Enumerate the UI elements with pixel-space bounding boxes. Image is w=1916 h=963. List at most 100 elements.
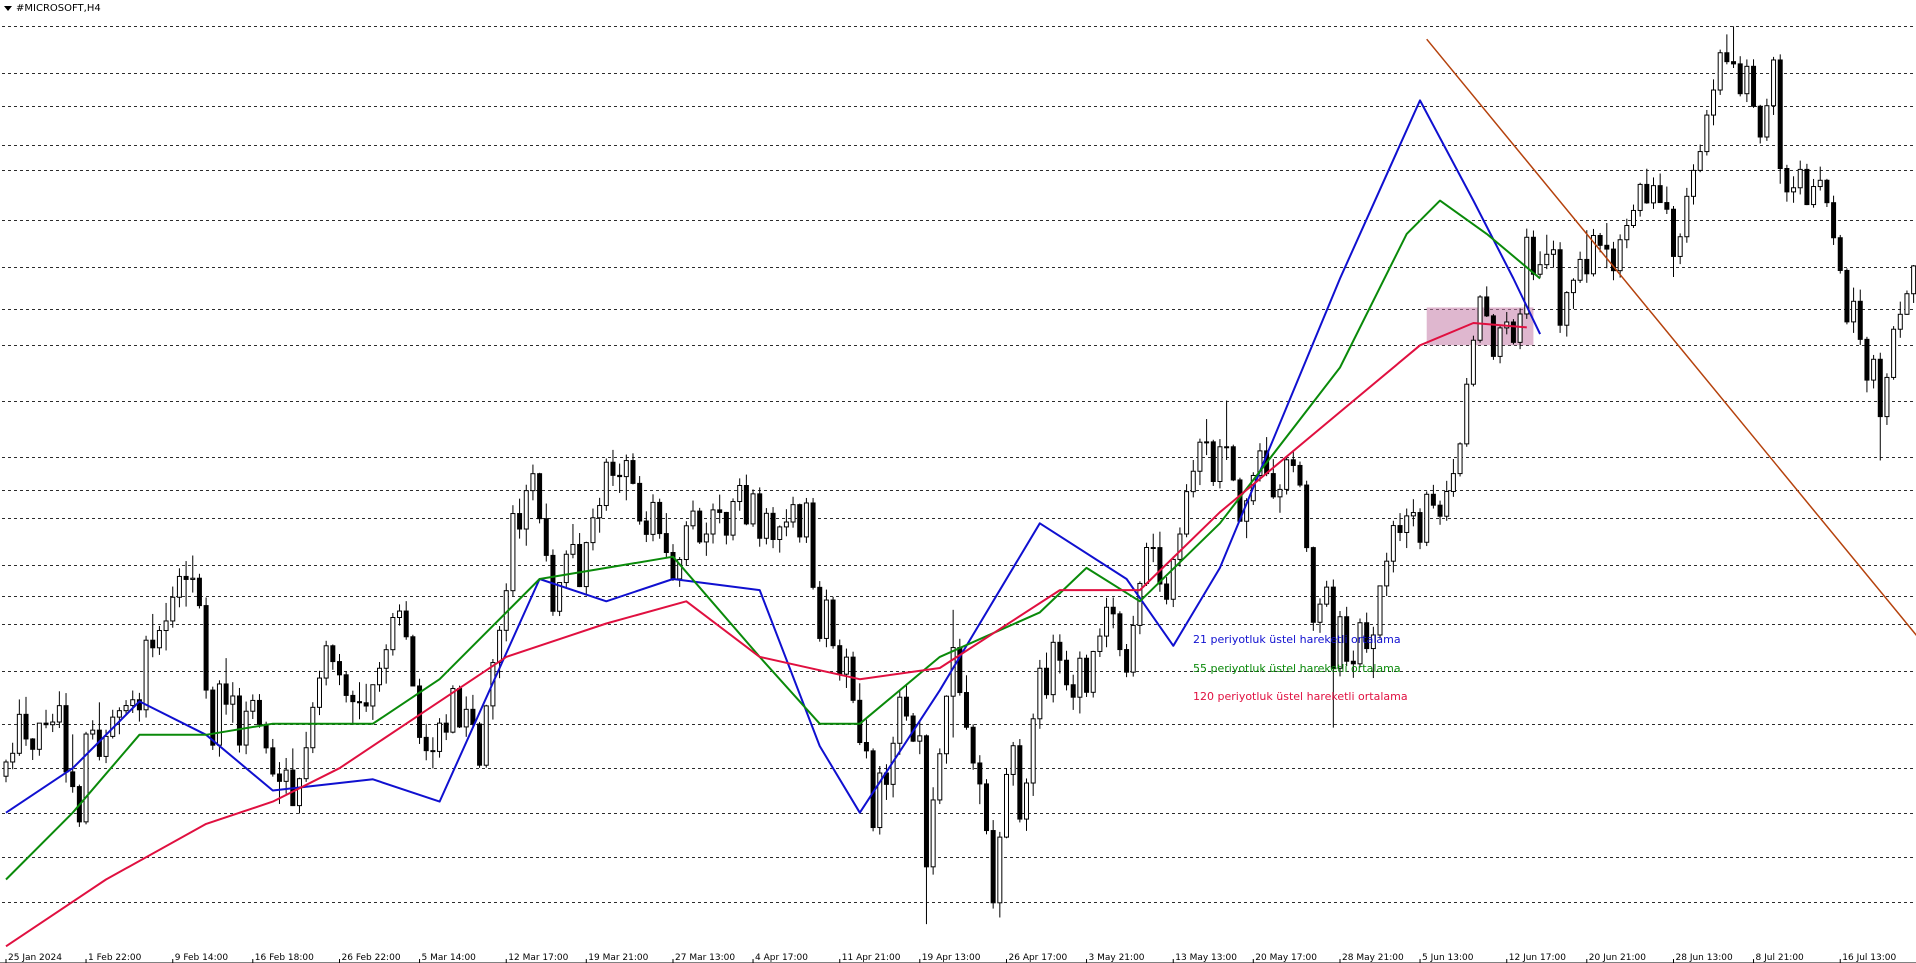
candle[interactable] xyxy=(183,561,189,607)
candle[interactable] xyxy=(1130,615,1136,677)
candle[interactable] xyxy=(1330,579,1336,728)
candle[interactable] xyxy=(1590,228,1596,277)
candle[interactable] xyxy=(463,696,469,737)
candle[interactable] xyxy=(230,682,236,723)
candle[interactable] xyxy=(823,589,829,648)
candle[interactable] xyxy=(1904,290,1910,315)
candle[interactable] xyxy=(990,820,996,909)
candle[interactable] xyxy=(1684,187,1690,243)
candle[interactable] xyxy=(1477,295,1483,343)
candle[interactable] xyxy=(1464,377,1470,447)
candle[interactable] xyxy=(1691,164,1697,205)
candle[interactable] xyxy=(1897,301,1903,338)
candle[interactable] xyxy=(96,702,102,761)
candle[interactable] xyxy=(1410,499,1416,527)
candle[interactable] xyxy=(196,573,202,609)
candle[interactable] xyxy=(236,687,242,753)
candle[interactable] xyxy=(3,759,9,783)
candle[interactable] xyxy=(1650,177,1656,209)
candle[interactable] xyxy=(1084,654,1090,697)
candle[interactable] xyxy=(223,658,229,715)
candle[interactable] xyxy=(663,513,669,558)
candle[interactable] xyxy=(310,702,316,754)
candle[interactable] xyxy=(1677,233,1683,265)
candle[interactable] xyxy=(1784,164,1790,202)
candle[interactable] xyxy=(410,634,416,687)
candle[interactable] xyxy=(1884,373,1890,425)
candle[interactable] xyxy=(263,721,269,754)
candle[interactable] xyxy=(563,550,569,588)
candle[interactable] xyxy=(1851,287,1857,333)
candle[interactable] xyxy=(1824,178,1830,208)
candle[interactable] xyxy=(790,496,796,528)
candle[interactable] xyxy=(1584,230,1590,283)
candle[interactable] xyxy=(1104,597,1110,648)
candle[interactable] xyxy=(510,505,516,597)
candle[interactable] xyxy=(890,736,896,798)
candle[interactable] xyxy=(877,765,883,835)
candle[interactable] xyxy=(1804,163,1810,206)
candle[interactable] xyxy=(1397,513,1403,542)
candle[interactable] xyxy=(670,544,676,581)
candle[interactable] xyxy=(156,625,162,655)
candle[interactable] xyxy=(417,678,423,744)
candle[interactable] xyxy=(390,612,396,656)
candle[interactable] xyxy=(597,497,603,533)
candle[interactable] xyxy=(110,709,116,739)
candle[interactable] xyxy=(1037,659,1043,729)
candle[interactable] xyxy=(443,714,449,741)
candle[interactable] xyxy=(490,659,496,720)
candle[interactable] xyxy=(1624,218,1630,249)
candle[interactable] xyxy=(1304,480,1310,552)
candle[interactable] xyxy=(1577,251,1583,283)
candle[interactable] xyxy=(1210,439,1216,486)
candle[interactable] xyxy=(710,503,716,544)
candle[interactable] xyxy=(1197,438,1203,486)
candle[interactable] xyxy=(577,533,583,588)
candle[interactable] xyxy=(517,498,523,539)
candle[interactable] xyxy=(950,609,956,738)
candle[interactable] xyxy=(1030,713,1036,796)
candle[interactable] xyxy=(1217,439,1223,489)
candle[interactable] xyxy=(830,596,836,649)
candle[interactable] xyxy=(723,511,729,545)
candle[interactable] xyxy=(983,779,989,835)
candle[interactable] xyxy=(16,699,22,756)
candle[interactable] xyxy=(1097,628,1103,658)
candle[interactable] xyxy=(1450,459,1456,497)
candle[interactable] xyxy=(977,755,983,805)
candle[interactable] xyxy=(1437,500,1443,525)
candle[interactable] xyxy=(730,498,736,541)
candle[interactable] xyxy=(1077,651,1083,714)
candle[interactable] xyxy=(337,654,342,686)
candle[interactable] xyxy=(1610,241,1616,281)
candle[interactable] xyxy=(377,662,383,692)
candle[interactable] xyxy=(350,690,356,726)
candle[interactable] xyxy=(1377,585,1383,639)
candle[interactable] xyxy=(1390,520,1396,573)
candle[interactable] xyxy=(537,472,543,524)
candle[interactable] xyxy=(1724,34,1730,65)
candle[interactable] xyxy=(1877,352,1883,461)
candle[interactable] xyxy=(1751,59,1757,108)
candle[interactable] xyxy=(1144,542,1150,587)
candle[interactable] xyxy=(363,683,369,712)
candle[interactable] xyxy=(1744,59,1750,103)
candle[interactable] xyxy=(590,508,596,551)
candle[interactable] xyxy=(316,670,322,716)
candle[interactable] xyxy=(650,494,656,542)
candle[interactable] xyxy=(1224,400,1230,461)
candle[interactable] xyxy=(190,555,196,593)
candle[interactable] xyxy=(803,497,809,543)
candle[interactable] xyxy=(923,734,929,925)
candle[interactable] xyxy=(1430,484,1436,509)
candle[interactable] xyxy=(23,696,29,746)
candle[interactable] xyxy=(1637,182,1643,217)
candle[interactable] xyxy=(290,748,296,807)
candle[interactable] xyxy=(470,694,476,727)
candle[interactable] xyxy=(1017,739,1023,823)
candle[interactable] xyxy=(1230,444,1236,482)
candle[interactable] xyxy=(770,507,776,549)
candle[interactable] xyxy=(1797,160,1803,195)
candle[interactable] xyxy=(1324,580,1330,607)
